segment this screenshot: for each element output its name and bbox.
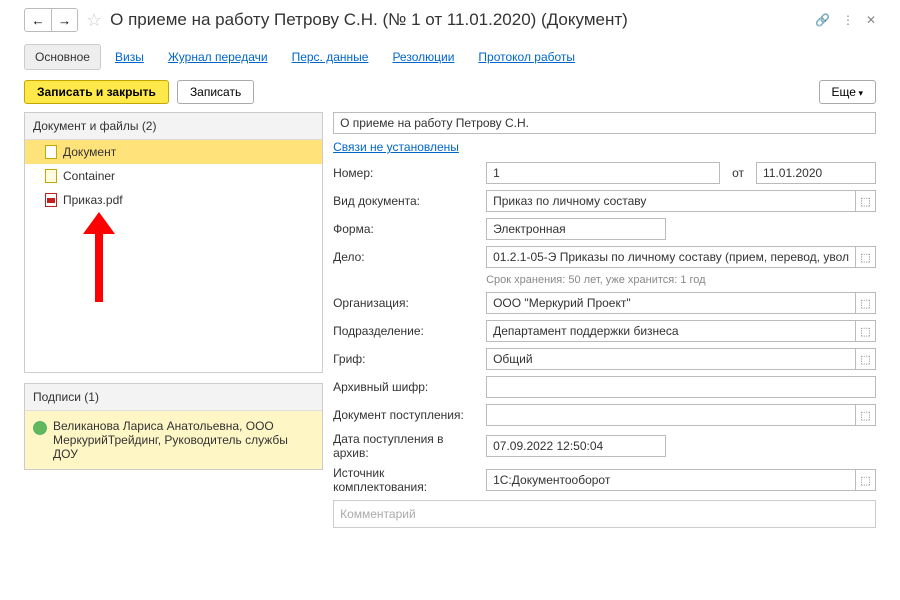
signature-row[interactable]: Великанова Лариса Анатольевна, ООО Мерку… (25, 411, 322, 469)
tab-visas[interactable]: Визы (105, 45, 154, 69)
header: ← → ☆ О приеме на работу Петрову С.Н. (№… (24, 8, 876, 32)
nav-buttons: ← → (24, 8, 78, 32)
favorite-star-icon[interactable]: ☆ (86, 10, 102, 31)
save-button[interactable]: Записать (177, 80, 254, 104)
more-button[interactable]: Еще (819, 80, 876, 104)
container-icon (45, 169, 57, 183)
lbl-source: Источник комплектования: (333, 466, 478, 494)
page-title: О приеме на работу Петрову С.Н. (№ 1 от … (110, 10, 807, 30)
tab-resol[interactable]: Резолюции (382, 45, 464, 69)
tab-main[interactable]: Основное (24, 44, 101, 70)
files-panel-title: Документ и файлы (2) (25, 113, 322, 140)
date-field[interactable]: 11.01.2020 (756, 162, 876, 184)
kind-open-icon[interactable]: ⬚ (856, 190, 876, 212)
lbl-org: Организация: (333, 296, 478, 310)
tab-pers[interactable]: Перс. данные (282, 45, 379, 69)
lbl-number: Номер: (333, 166, 478, 180)
comment-field[interactable]: Комментарий (333, 500, 876, 528)
forward-button[interactable]: → (51, 9, 77, 31)
lbl-docin: Документ поступления: (333, 408, 478, 422)
close-icon[interactable]: ✕ (866, 13, 876, 27)
lbl-grif: Гриф: (333, 352, 478, 366)
case-field[interactable]: 01.2.1-05-Э Приказы по личному составу (… (486, 246, 856, 268)
back-button[interactable]: ← (25, 9, 51, 31)
tab-protocol[interactable]: Протокол работы (468, 45, 585, 69)
document-icon (45, 145, 57, 159)
tree-item-document[interactable]: Документ (25, 140, 322, 164)
grif-open-icon[interactable]: ⬚ (856, 348, 876, 370)
tree-item-label: Документ (63, 145, 116, 159)
tree-item-pdf[interactable]: Приказ.pdf (25, 188, 322, 212)
lbl-datein: Дата поступления в архив: (333, 432, 478, 460)
link-icon[interactable]: 🔗 (815, 13, 830, 27)
signatures-title: Подписи (1) (25, 384, 322, 411)
tree-item-container[interactable]: Container (25, 164, 322, 188)
tree-item-label: Приказ.pdf (63, 193, 123, 207)
tree-item-label: Container (63, 169, 115, 183)
signatures-panel: Подписи (1) Великанова Лариса Анатольевн… (24, 383, 323, 470)
pdf-icon (45, 193, 57, 207)
save-close-button[interactable]: Записать и закрыть (24, 80, 169, 104)
tab-journal[interactable]: Журнал передачи (158, 45, 278, 69)
org-field[interactable]: ООО "Меркурий Проект" (486, 292, 856, 314)
dept-open-icon[interactable]: ⬚ (856, 320, 876, 342)
grif-field[interactable]: Общий (486, 348, 856, 370)
arch-field[interactable] (486, 376, 876, 398)
case-open-icon[interactable]: ⬚ (856, 246, 876, 268)
form-field[interactable]: Электронная (486, 218, 666, 240)
files-panel: Документ и файлы (2) Документ Container … (24, 112, 323, 373)
docin-open-icon[interactable]: ⬚ (856, 404, 876, 426)
datein-field[interactable]: 07.09.2022 12:50:04 (486, 435, 666, 457)
source-open-icon[interactable]: ⬚ (856, 469, 876, 491)
source-field[interactable]: 1С:Документооборот (486, 469, 856, 491)
doc-title-field[interactable]: О приеме на работу Петрову С.Н. (333, 112, 876, 134)
kind-field[interactable]: Приказ по личному составу (486, 190, 856, 212)
docin-field[interactable] (486, 404, 856, 426)
lbl-dept: Подразделение: (333, 324, 478, 338)
lbl-form: Форма: (333, 222, 478, 236)
form-area: О приеме на работу Петрову С.Н. Связи не… (333, 112, 876, 528)
lbl-case: Дело: (333, 250, 478, 264)
lbl-kind: Вид документа: (333, 194, 478, 208)
annotation-arrow (25, 212, 322, 372)
dept-field[interactable]: Департамент поддержки бизнеса (486, 320, 856, 342)
signature-ok-icon (33, 421, 47, 435)
lbl-from: от (728, 166, 748, 180)
menu-dots-icon[interactable]: ⋮ (842, 13, 854, 27)
tabs: Основное Визы Журнал передачи Перс. данн… (24, 44, 876, 70)
lbl-arch: Архивный шифр: (333, 380, 478, 394)
number-field[interactable]: 1 (486, 162, 720, 184)
links-link[interactable]: Связи не установлены (333, 140, 876, 154)
toolbar: Записать и закрыть Записать Еще (24, 80, 876, 104)
storage-hint: Срок хранения: 50 лет, уже хранится: 1 г… (486, 274, 876, 286)
signature-text: Великанова Лариса Анатольевна, ООО Мерку… (53, 419, 314, 461)
org-open-icon[interactable]: ⬚ (856, 292, 876, 314)
